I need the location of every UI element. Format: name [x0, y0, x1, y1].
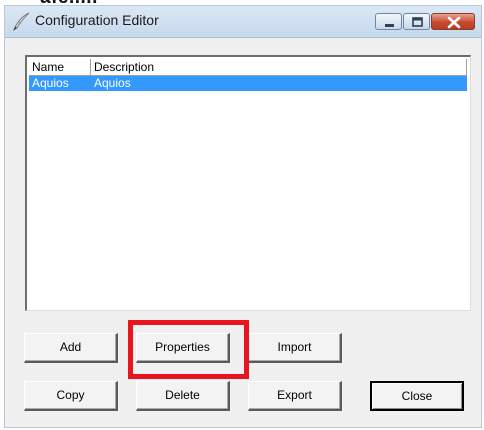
list-item-description: Aquios: [94, 76, 131, 90]
minimize-button[interactable]: [375, 13, 402, 30]
properties-button[interactable]: Properties: [136, 333, 230, 363]
close-icon: [447, 16, 461, 29]
maximize-button[interactable]: [403, 13, 430, 30]
minimize-icon: [385, 24, 394, 27]
import-button[interactable]: Import: [248, 333, 342, 363]
window-close-button[interactable]: [431, 13, 475, 30]
list-header: Name Description: [29, 59, 467, 76]
close-button[interactable]: Close: [370, 381, 464, 411]
screenshot-page: afe..... Configuration Editor: [0, 0, 484, 430]
title-bar[interactable]: Configuration Editor: [5, 6, 481, 38]
quill-pen-icon: [11, 12, 31, 32]
add-button[interactable]: Add: [24, 333, 118, 363]
window-title: Configuration Editor: [35, 12, 159, 28]
configuration-list[interactable]: Name Description Aquios Aquios: [25, 55, 471, 311]
export-button[interactable]: Export: [248, 381, 342, 411]
column-header-name[interactable]: Name: [29, 59, 91, 75]
column-header-description[interactable]: Description: [91, 59, 467, 75]
delete-button[interactable]: Delete: [136, 381, 230, 411]
list-item[interactable]: Aquios Aquios: [29, 76, 467, 91]
configuration-editor-window: Configuration Editor Name Description Aq…: [4, 5, 482, 428]
copy-button[interactable]: Copy: [24, 381, 118, 411]
maximize-icon: [412, 17, 423, 27]
list-item-name: Aquios: [32, 76, 69, 90]
